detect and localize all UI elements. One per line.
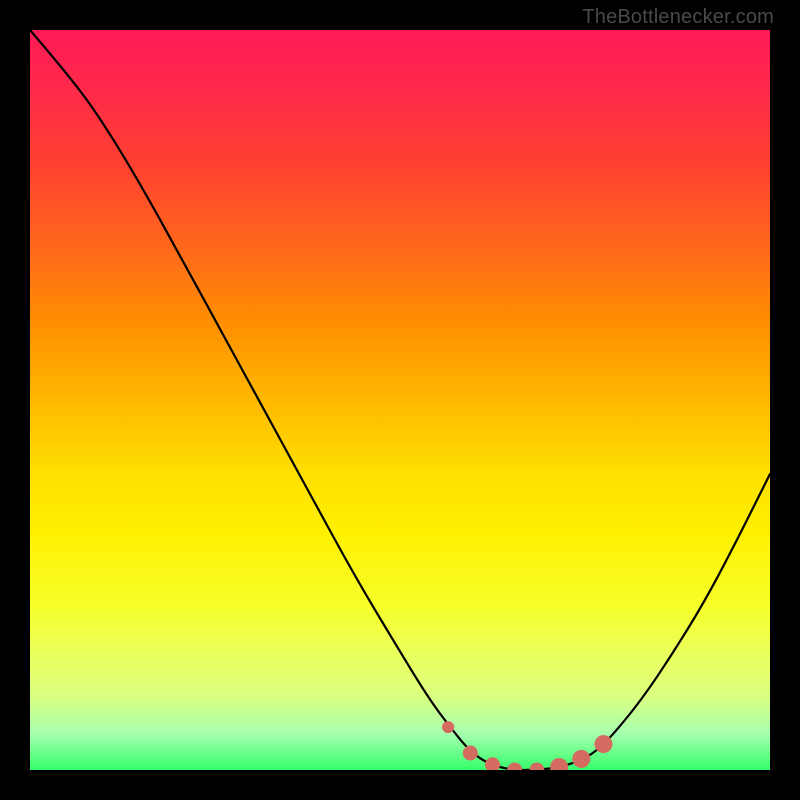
plot-background — [30, 30, 770, 770]
attribution-text: TheBottleneсker.com — [582, 6, 774, 29]
chart-frame: TheBottleneсker.com — [0, 0, 800, 800]
